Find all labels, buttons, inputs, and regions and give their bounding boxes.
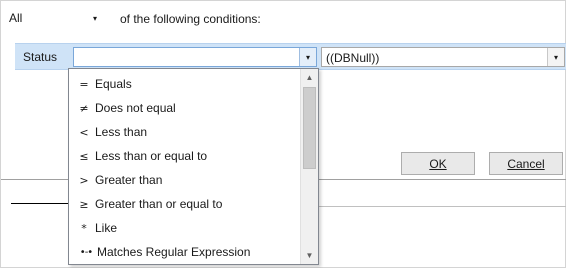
less-than-icon: <	[79, 125, 89, 139]
match-mode-select[interactable]: All ▾	[1, 7, 109, 29]
list-item-label: Greater than or equal to	[95, 197, 223, 211]
list-item-label: Matches Regular Expression	[97, 245, 251, 259]
match-mode-value: All	[9, 11, 23, 25]
conditions-label: of the following conditions:	[120, 12, 261, 26]
value-text: ((DBNull))	[326, 51, 380, 65]
list-item-regex[interactable]: •-• Matches Regular Expression	[69, 240, 301, 264]
ok-button[interactable]: OK	[401, 152, 475, 175]
operator-dropdown-button[interactable]: ▾	[299, 48, 316, 66]
scroll-up-arrow-icon[interactable]: ▲	[301, 69, 318, 86]
value-dropdown-button[interactable]: ▾	[547, 48, 564, 66]
list-item-label: Does not equal	[95, 101, 176, 115]
condition-row: Status ▾ ((DBNull)) ▾	[15, 43, 566, 70]
list-item-label: Less than or equal to	[95, 149, 208, 163]
not-equal-icon: ≠	[79, 101, 89, 115]
cancel-button[interactable]: Cancel	[489, 152, 563, 175]
equals-icon: =	[79, 77, 89, 91]
vertical-scrollbar[interactable]: ▲ ▼	[300, 69, 318, 264]
list-item-label: Like	[95, 221, 118, 235]
list-item-less-than[interactable]: < Less than	[69, 120, 301, 144]
background-divider	[11, 203, 71, 204]
chevron-down-icon: ▾	[553, 52, 558, 62]
list-item-greater-equal[interactable]: ≥ Greater than or equal to	[69, 192, 301, 216]
value-select[interactable]: ((DBNull)) ▾	[321, 47, 565, 67]
operator-dropdown-list: = Equals ≠ Does not equal < Less than ≤ …	[68, 68, 319, 265]
list-item-less-equal[interactable]: ≤ Less than or equal to	[69, 144, 301, 168]
chevron-down-icon[interactable]: ▾	[89, 14, 101, 23]
list-item-label: Equals	[95, 77, 132, 91]
scroll-down-arrow-icon[interactable]: ▼	[301, 247, 318, 264]
ok-button-label: OK	[429, 156, 447, 171]
cancel-button-label: Cancel	[507, 156, 545, 171]
field-name-label: Status	[23, 50, 58, 64]
less-equal-icon: ≤	[79, 149, 89, 163]
list-item-greater-than[interactable]: > Greater than	[69, 168, 301, 192]
greater-equal-icon: ≥	[79, 197, 89, 211]
background-divider	[317, 206, 566, 207]
chevron-down-icon: ▾	[305, 52, 310, 62]
list-item-label: Less than	[95, 125, 148, 139]
filter-dialog: All ▾ of the following conditions: Statu…	[0, 0, 566, 268]
list-item-does-not-equal[interactable]: ≠ Does not equal	[69, 96, 301, 120]
regex-icon: •-•	[79, 246, 93, 258]
list-item-label: Greater than	[95, 173, 163, 187]
scrollbar-thumb[interactable]	[303, 87, 316, 169]
operator-list: = Equals ≠ Does not equal < Less than ≤ …	[69, 72, 301, 264]
list-item-equals[interactable]: = Equals	[69, 72, 301, 96]
operator-select[interactable]: ▾	[73, 47, 317, 67]
like-icon: *	[81, 221, 87, 235]
greater-than-icon: >	[79, 173, 89, 187]
list-item-like[interactable]: * Like	[69, 216, 301, 240]
